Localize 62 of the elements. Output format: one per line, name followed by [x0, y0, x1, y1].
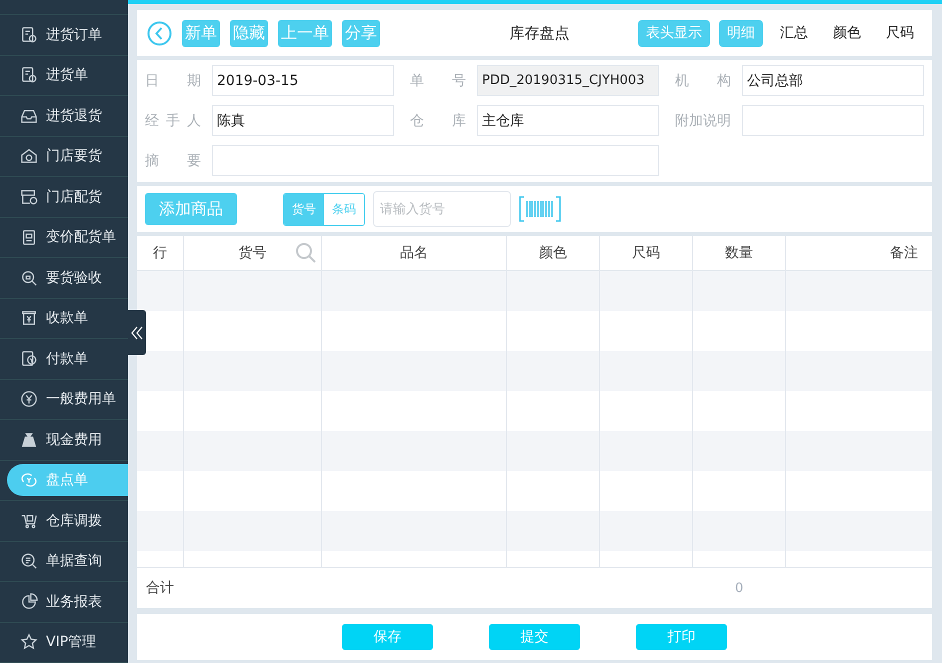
sidebar-item[interactable]: 收款单 — [0, 298, 128, 338]
search-icon[interactable] — [295, 242, 317, 264]
sidebar-item[interactable]: 付款单 — [0, 339, 128, 378]
pie-chart-icon — [20, 592, 38, 611]
barcode-scan-icon[interactable] — [519, 196, 561, 222]
column-header: 品名 — [400, 244, 428, 262]
view-tab[interactable]: 汇总 — [772, 20, 816, 46]
total-quantity: 0 — [735, 580, 744, 596]
magnifier-icon — [20, 268, 38, 287]
view-tab[interactable]: 颜色 — [825, 20, 869, 46]
column-header: 数量 — [725, 244, 753, 262]
input-field[interactable]: 公司总部 — [742, 65, 924, 96]
sidebar-item[interactable]: 门店配货 — [0, 177, 128, 216]
column-header: 颜色 — [539, 244, 567, 262]
field-label: 附加说明 — [675, 112, 731, 130]
field-label: 机构 — [675, 72, 731, 90]
yen-circle-icon — [20, 390, 38, 408]
money-bag-icon — [20, 430, 38, 449]
double-chevron-icon — [131, 326, 143, 340]
sidebar-item[interactable]: 门店要货 — [0, 136, 128, 176]
document-icon — [20, 66, 38, 84]
view-tab[interactable]: 尺码 — [878, 20, 922, 46]
shop-icon — [20, 188, 38, 206]
sidebar-item[interactable]: 业务报表 — [0, 582, 128, 622]
search-field[interactable]: 请输入货号 — [373, 191, 511, 227]
back-icon[interactable] — [147, 20, 172, 46]
input-field[interactable] — [212, 145, 659, 176]
sidebar-item[interactable]: 进货订单 — [0, 15, 128, 54]
field-label: 仓库 — [410, 112, 466, 130]
column-header: 货号 — [238, 244, 266, 262]
sidebar-item[interactable]: 单据查询 — [0, 542, 128, 581]
star-icon — [20, 633, 38, 652]
sidebar-item[interactable]: 要货验收 — [0, 258, 128, 298]
sidebar-item[interactable]: 变价配货单 — [0, 218, 128, 257]
sidebar-item[interactable]: 一般费用单 — [0, 380, 128, 419]
receipt-icon — [20, 309, 38, 328]
input-field[interactable]: 2019-03-15 — [212, 65, 394, 96]
sidebar-item[interactable]: 仓库调拨 — [0, 501, 128, 540]
field-label: 经手人 — [145, 112, 201, 130]
sidebar-item[interactable]: 进货退货 — [0, 96, 128, 136]
house-icon — [20, 147, 38, 166]
input-field[interactable] — [742, 105, 924, 136]
field-label: 单号 — [410, 72, 466, 90]
field-label: 摘要 — [145, 152, 201, 170]
coin-document-icon — [20, 350, 38, 368]
column-header: 尺码 — [632, 244, 660, 262]
search-list-icon — [20, 552, 38, 570]
document-icon — [20, 26, 38, 44]
input-field[interactable]: 陈真 — [212, 105, 394, 136]
total-label: 合计 — [146, 579, 174, 597]
column-header: 备注 — [890, 244, 918, 262]
sync-icon — [20, 471, 38, 490]
field-label: 日期 — [145, 72, 201, 90]
collapse-handle[interactable] — [128, 310, 146, 355]
clipboard-icon — [20, 228, 38, 246]
sidebar-item[interactable]: 现金费用 — [0, 420, 128, 460]
column-header: 行 — [153, 244, 167, 262]
page-title: 库存盘点 — [508, 24, 570, 42]
sidebar-item[interactable]: 进货单 — [0, 56, 128, 95]
input-field[interactable]: 主仓库 — [477, 105, 659, 136]
input-field[interactable]: PDD_20190315_CJYH003 — [477, 65, 659, 96]
sidebar-item[interactable]: VIP管理 — [0, 622, 128, 662]
